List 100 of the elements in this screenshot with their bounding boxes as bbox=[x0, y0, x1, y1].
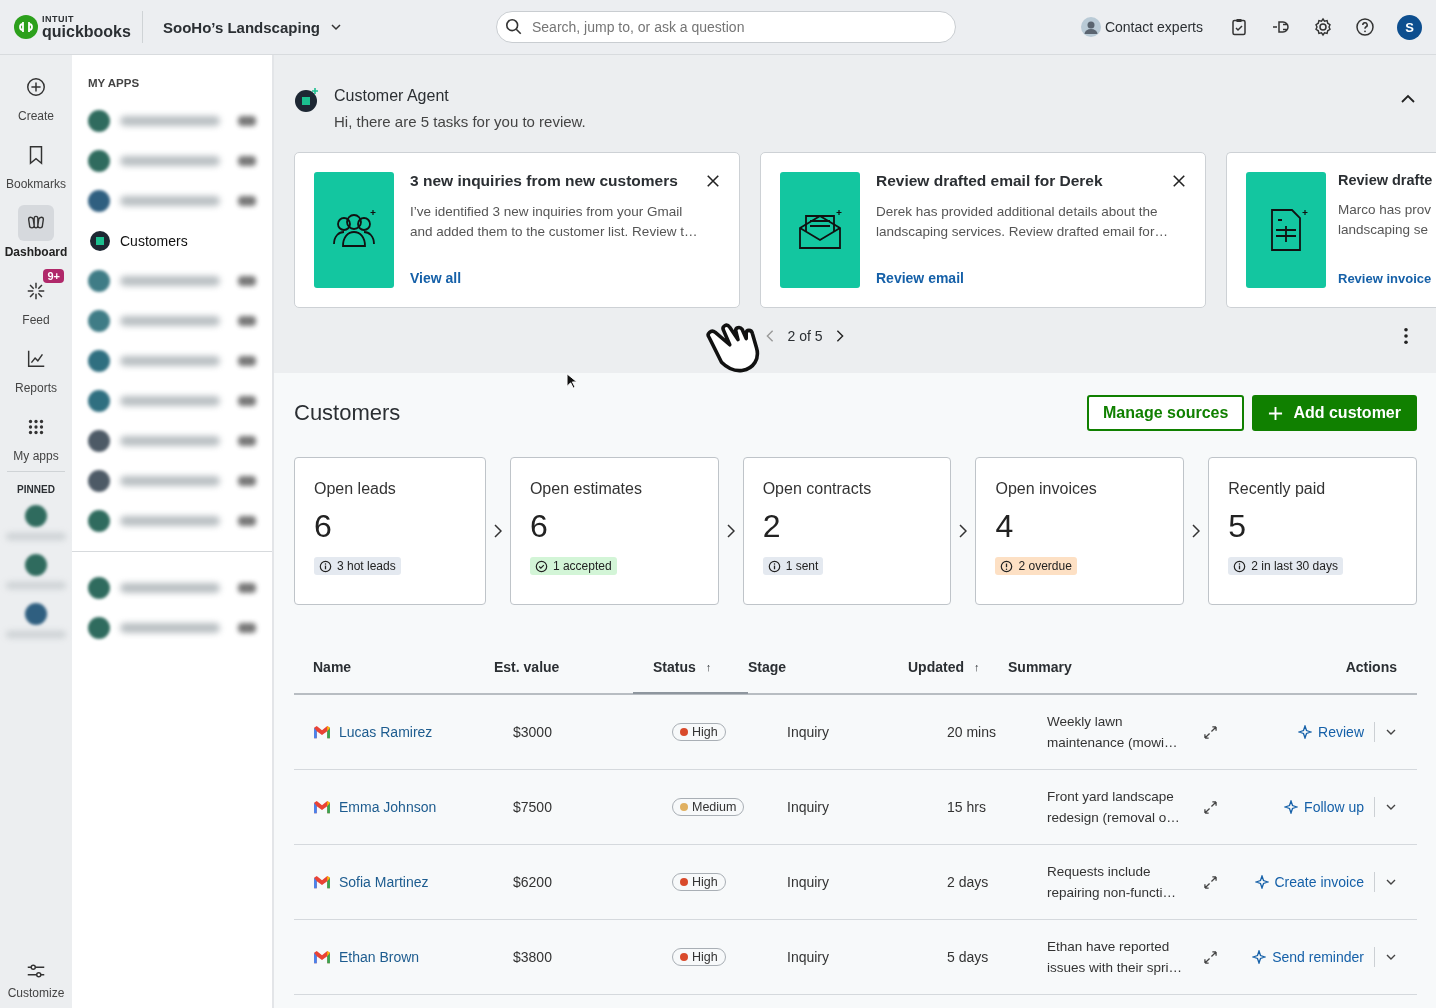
blurred-pinned-app[interactable] bbox=[6, 554, 66, 589]
summary-text: Requests include repairing non-functi… bbox=[1047, 863, 1178, 902]
table-cell: Inquiry bbox=[787, 799, 830, 815]
rail-nav-item[interactable]: My apps bbox=[0, 403, 72, 463]
avatar-icon bbox=[1080, 17, 1101, 37]
stat-note: 1 sent bbox=[762, 557, 824, 575]
summary-text: Ethan have reported issues with their spri… bbox=[1047, 938, 1184, 977]
stat-value: 6 bbox=[314, 508, 332, 545]
close-icon[interactable] bbox=[1172, 174, 1186, 188]
app-icon bbox=[90, 231, 110, 251]
action-link[interactable]: Follow up bbox=[1284, 799, 1364, 815]
more-options-icon[interactable] bbox=[1403, 327, 1409, 345]
agent-icon bbox=[294, 87, 320, 113]
stat-card[interactable]: Open invoices 4 2 overdue bbox=[975, 457, 1185, 605]
clipboard-icon[interactable] bbox=[1229, 17, 1249, 37]
manage-sources-button[interactable]: Manage sources bbox=[1087, 395, 1245, 431]
expand-icon[interactable] bbox=[1204, 950, 1217, 964]
mail-icon bbox=[313, 725, 331, 739]
column-header[interactable]: Updated bbox=[908, 659, 964, 675]
table-cell: 5 days bbox=[947, 949, 989, 965]
user-avatar[interactable]: S bbox=[1397, 14, 1422, 40]
chevron-down-icon[interactable] bbox=[329, 21, 342, 33]
next-icon[interactable] bbox=[834, 329, 845, 343]
action-link[interactable]: Review bbox=[1298, 724, 1364, 740]
sparkle-icon bbox=[1298, 725, 1313, 739]
close-icon[interactable] bbox=[706, 174, 720, 188]
table-cell: Inquiry bbox=[787, 949, 830, 965]
task-title: 3 new inquiries from new customers bbox=[410, 172, 678, 190]
column-header[interactable]: Summary bbox=[1008, 659, 1072, 675]
chevron-icon bbox=[1192, 524, 1201, 538]
table-cell: 20 mins bbox=[947, 724, 997, 740]
task-description: I’ve identified 3 new inquiries from your Gmail and added them to the customer list. Review t… bbox=[410, 203, 699, 241]
help-icon[interactable] bbox=[1355, 17, 1375, 37]
stat-card[interactable]: Open estimates 6 1 accepted bbox=[509, 457, 719, 605]
rail-nav-item[interactable]: Dashboard bbox=[0, 199, 72, 259]
stat-note: 2 overdue bbox=[995, 557, 1077, 575]
task-description: Derek has provided additional details about the landscaping services. Review drafted email for… bbox=[876, 203, 1169, 241]
stat-note: 3 hot leads bbox=[314, 557, 401, 575]
customer-name-link[interactable]: Sofia Martinez bbox=[339, 874, 429, 890]
task-link[interactable]: View all bbox=[410, 270, 720, 286]
info-icon bbox=[767, 559, 781, 573]
column-header[interactable]: Actions bbox=[1345, 659, 1397, 675]
sparkle-icon bbox=[25, 280, 47, 302]
mail-icon bbox=[313, 950, 331, 964]
table-cell: $7500 bbox=[513, 799, 552, 815]
expand-icon[interactable] bbox=[1204, 875, 1217, 889]
contact-experts-button[interactable]: Contact experts bbox=[1080, 17, 1203, 37]
stat-card[interactable]: Open contracts 2 1 sent bbox=[742, 457, 952, 605]
chevron-icon bbox=[726, 524, 735, 538]
agent-title: Customer Agent bbox=[334, 87, 450, 105]
table-cell: $6200 bbox=[513, 874, 552, 890]
stat-value: 6 bbox=[529, 508, 548, 545]
stat-label: Open leads bbox=[314, 480, 396, 498]
rail-nav-item[interactable]: Reports bbox=[0, 335, 72, 395]
stat-note: 2 in last 30 days bbox=[1228, 557, 1343, 575]
customers-app-item[interactable]: Customers bbox=[88, 221, 256, 261]
task-link[interactable]: Review email bbox=[876, 270, 1186, 286]
column-header[interactable]: Status bbox=[653, 659, 696, 675]
stat-label: Recently paid bbox=[1228, 480, 1326, 498]
settings-icon[interactable] bbox=[1313, 17, 1333, 37]
stat-value: 5 bbox=[1228, 508, 1247, 545]
rail-nav-item[interactable]: Bookmarks bbox=[0, 131, 72, 191]
stat-card[interactable]: Open leads 6 3 hot leads bbox=[294, 457, 486, 605]
expand-icon[interactable] bbox=[1204, 800, 1217, 814]
sparkle-icon bbox=[1284, 800, 1299, 814]
blurred-pinned-app[interactable] bbox=[6, 505, 66, 540]
action-link[interactable]: Create invoice bbox=[1254, 874, 1364, 890]
expand-icon[interactable] bbox=[1204, 725, 1217, 739]
task-link[interactable]: Review invoice bbox=[1338, 271, 1436, 286]
task-title: Review drafted email for Derek bbox=[876, 172, 1103, 190]
info-icon bbox=[319, 559, 332, 573]
rail-nav-item[interactable]: Create bbox=[0, 63, 72, 123]
table-cell: $3000 bbox=[513, 724, 552, 740]
customize-button[interactable]: Customize bbox=[0, 954, 72, 1000]
table-cell: 15 hrs bbox=[947, 799, 986, 815]
alert-icon bbox=[1000, 559, 1014, 573]
mail-icon bbox=[313, 800, 331, 814]
rail-nav-item[interactable]: 9+ Feed bbox=[0, 267, 72, 327]
table-cell: Inquiry bbox=[787, 724, 830, 740]
search-field[interactable]: Search, jump to, or ask a question bbox=[495, 11, 956, 43]
stat-card[interactable]: Recently paid 5 2 in last 30 days bbox=[1208, 457, 1417, 605]
add-customer-button[interactable]: Add customer bbox=[1252, 395, 1417, 431]
agent-subtitle: Hi, there are 5 tasks for you to review. bbox=[334, 113, 587, 130]
blurred-pinned-app[interactable] bbox=[6, 603, 66, 638]
summary-text: Weekly lawn maintenance (mowi… bbox=[1047, 713, 1179, 752]
chevron-icon bbox=[493, 524, 502, 538]
sort-indicator[interactable]: ↑ bbox=[705, 661, 712, 673]
line-chart-icon bbox=[25, 348, 47, 370]
info-icon bbox=[1233, 559, 1247, 573]
company-switcher[interactable]: SooHo’s Landscaping bbox=[142, 11, 362, 43]
customer-name-link[interactable]: Ethan Brown bbox=[339, 949, 420, 965]
sparkle-icon bbox=[1254, 875, 1269, 889]
customer-name-link[interactable]: Emma Johnson bbox=[339, 799, 437, 815]
sort-indicator[interactable]: ↑ bbox=[974, 661, 980, 673]
action-link[interactable]: Send reminder bbox=[1252, 949, 1364, 965]
column-header[interactable]: Name bbox=[313, 659, 352, 675]
customer-name-link[interactable]: Lucas Ramirez bbox=[339, 724, 433, 740]
column-header[interactable]: Est. value bbox=[494, 659, 560, 675]
mail-icon bbox=[313, 875, 331, 889]
column-header[interactable]: Stage bbox=[748, 659, 787, 675]
